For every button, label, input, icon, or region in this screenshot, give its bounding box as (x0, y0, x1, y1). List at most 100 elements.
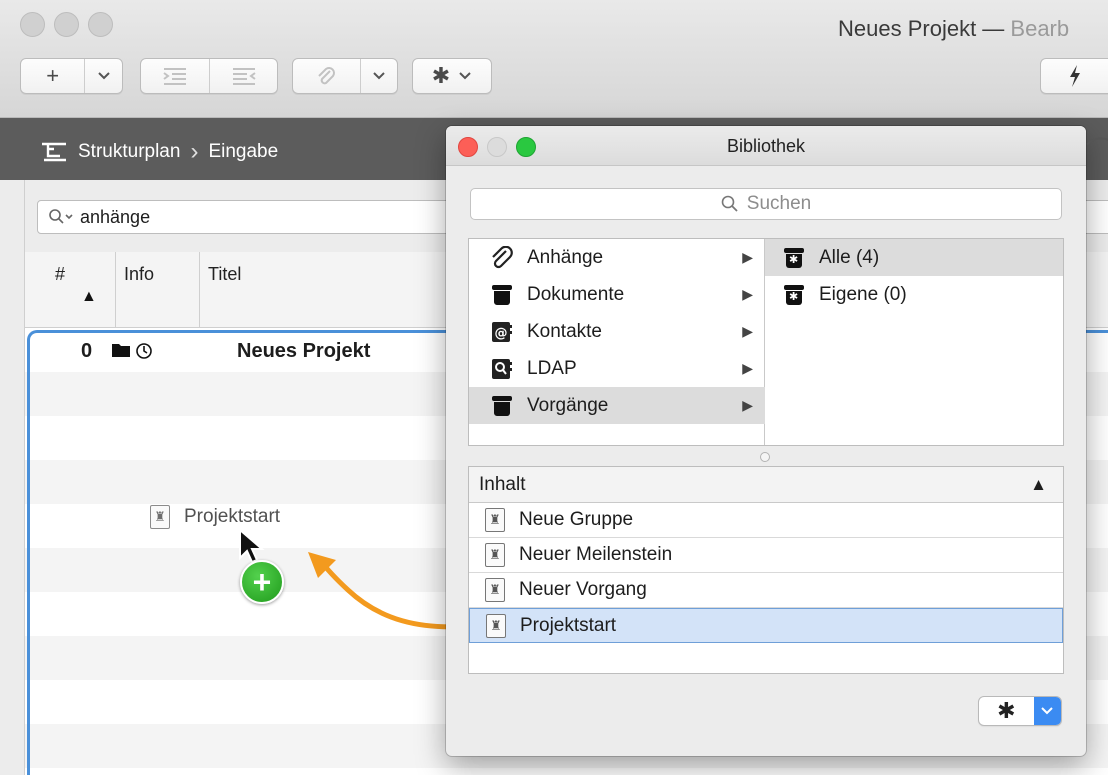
task-template-icon: ♜ (486, 613, 506, 638)
task-template-icon: ♜ (485, 543, 505, 567)
breadcrumb-view[interactable]: Strukturplan (78, 141, 180, 163)
chevron-down-icon (1033, 697, 1061, 725)
plus-icon: + (46, 63, 60, 88)
action-menu-button[interactable]: ✱ (413, 59, 491, 93)
folder-icon (112, 344, 130, 357)
chevron-down-icon (97, 72, 110, 80)
library-browser: Anhänge ▶ Dokumente ▶ @ Kontakte ▶ LDAP (468, 238, 1064, 446)
breadcrumb-mode[interactable]: Eingabe (208, 141, 278, 163)
library-titlebar: Bibliothek (446, 126, 1086, 166)
column-title-label: Titel (208, 264, 242, 284)
drag-preview: ♜ Projektstart (150, 505, 280, 529)
task-template-icon: ♜ (150, 505, 170, 529)
filter-clear-button[interactable] (1085, 200, 1108, 234)
category-item-ldap[interactable]: LDAP ▶ (469, 350, 765, 387)
drag-preview-label: Projektstart (184, 506, 281, 527)
project-row[interactable]: 0 Neues Projekt (25, 336, 455, 366)
attach-button[interactable] (293, 59, 360, 93)
window-title-clipped: Bearb (1010, 16, 1070, 41)
disclosure-arrow-icon: ▶ (742, 323, 753, 339)
at-book-icon: @ (489, 321, 515, 343)
window-title: Neues Projekt — Bearb (838, 16, 1069, 42)
paperclip-icon (489, 245, 515, 269)
window-title-text: Neues Projekt — (838, 16, 1011, 41)
category-label: Vorgänge (527, 394, 609, 416)
filter-search-value: anhänge (80, 206, 151, 227)
filter-search-field[interactable]: anhänge (37, 200, 467, 234)
subcategory-item-alle[interactable]: ✱ Alle (4) (765, 239, 1063, 276)
lightning-icon (1069, 65, 1080, 87)
copy-add-badge-icon: + (240, 560, 284, 604)
category-item-anhaenge[interactable]: Anhänge ▶ (469, 239, 765, 276)
category-item-kontakte[interactable]: @ Kontakte ▶ (469, 313, 765, 350)
subcategory-label: Alle (4) (819, 246, 880, 268)
library-content-list: Inhalt ▲ ♜ Neue Gruppe ♜ Neuer Meilenste… (468, 466, 1064, 674)
search-icon (49, 209, 73, 224)
breadcrumb-separator-icon: › (190, 138, 199, 165)
action-menu[interactable]: ✱ (412, 58, 492, 94)
category-label: Anhänge (527, 246, 604, 268)
minimize-window-button[interactable] (54, 12, 79, 37)
zoom-window-button[interactable] (88, 12, 113, 37)
gear-icon: ✱ (431, 63, 451, 88)
content-list-header[interactable]: Inhalt ▲ (469, 467, 1063, 503)
column-info-label: Info (124, 264, 155, 284)
close-window-button[interactable] (20, 12, 45, 37)
outdent-button[interactable] (209, 59, 277, 93)
disclosure-arrow-icon: ▶ (742, 360, 753, 376)
library-action-popup[interactable]: ✱ (978, 696, 1062, 726)
indent-button[interactable] (141, 59, 209, 93)
subcategory-item-eigene[interactable]: ✱ Eigene (0) (765, 276, 1063, 313)
sort-ascending-icon: ▲ (81, 288, 97, 305)
breadcrumb: Strukturplan › Eingabe (40, 138, 278, 166)
category-label: LDAP (527, 357, 577, 379)
attach-group (292, 58, 398, 94)
gear-icon: ✱ (997, 698, 1016, 723)
search-book-icon (489, 358, 515, 380)
category-label: Dokumente (527, 283, 625, 305)
paperclip-icon (318, 67, 336, 85)
project-title: Neues Projekt (237, 339, 371, 362)
bucket-gear-icon: ✱ (781, 247, 807, 269)
inspector-toggle-icon[interactable]: ⌒ (1086, 128, 1108, 172)
list-item-label: Neuer Vorgang (519, 579, 647, 600)
category-item-vorgaenge[interactable]: Vorgänge ▶ (469, 387, 765, 424)
disclosure-arrow-icon: ▶ (742, 249, 753, 265)
project-info-icons (111, 342, 153, 360)
window-controls (20, 12, 113, 37)
outdent-icon (232, 68, 256, 85)
bucket-icon (489, 284, 515, 306)
clock-icon (136, 343, 152, 359)
category-label: Kontakte (527, 320, 602, 342)
list-item[interactable]: ♜ Neue Gruppe (469, 503, 1063, 538)
split-view-handle[interactable] (760, 452, 770, 462)
flash-group (1040, 58, 1108, 94)
svg-text:@: @ (495, 326, 508, 341)
chevron-down-icon (373, 72, 385, 80)
subcategory-column: ✱ Alle (4) ✱ Eigene (0) (765, 239, 1063, 445)
category-item-dokumente[interactable]: Dokumente ▶ (469, 276, 765, 313)
content-header-label: Inhalt (479, 473, 526, 495)
library-search-field[interactable]: Suchen (470, 188, 1062, 220)
add-button[interactable]: + (21, 59, 84, 93)
list-item-label: Neue Gruppe (519, 509, 634, 530)
outline-view-icon (42, 142, 66, 162)
disclosure-arrow-icon: ▶ (742, 286, 753, 302)
list-item-selected[interactable]: ♜ Projektstart (469, 608, 1063, 643)
column-header-info[interactable]: Info (115, 252, 199, 328)
add-menu-button[interactable] (84, 59, 122, 93)
library-title: Bibliothek (726, 136, 806, 156)
indent-icon (163, 68, 186, 85)
list-item[interactable]: ♜ Neuer Meilenstein (469, 538, 1063, 573)
column-header-title[interactable]: Titel (199, 252, 459, 328)
attach-menu-button[interactable] (359, 59, 397, 93)
main-window-titlebar: Neues Projekt — Bearb + ✱ (0, 0, 1108, 118)
add-group: + (20, 58, 123, 94)
chevron-down-icon (459, 72, 471, 80)
list-item[interactable]: ♜ Neuer Vorgang (469, 573, 1063, 608)
library-search-placeholder: Suchen (746, 193, 812, 214)
project-number: 0 (81, 339, 93, 362)
flash-button[interactable] (1041, 59, 1108, 93)
list-item-label: Neuer Meilenstein (519, 544, 673, 565)
category-column: Anhänge ▶ Dokumente ▶ @ Kontakte ▶ LDAP (469, 239, 765, 445)
